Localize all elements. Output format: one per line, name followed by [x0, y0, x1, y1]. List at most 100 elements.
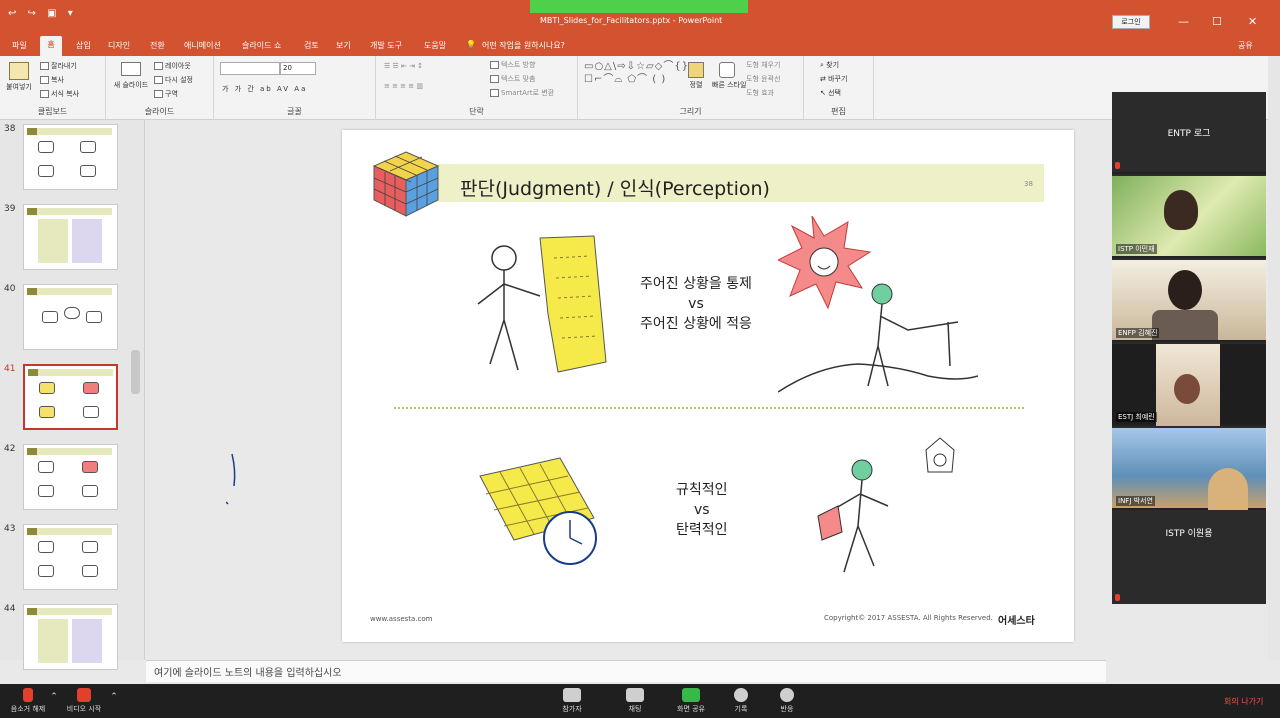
- shapes-gallery[interactable]: ▭○△\⇨⇩☆▱◇⌒{}☐⌐⌒⌓ ⬠⌒ ( ): [584, 60, 688, 86]
- layout-button[interactable]: 레이아웃: [154, 61, 191, 71]
- thumb-drawing: [80, 165, 96, 177]
- participant-tile[interactable]: ENTP 로그: [1112, 92, 1266, 174]
- record-button[interactable]: 기록: [726, 684, 756, 714]
- copy-icon: [40, 76, 49, 84]
- new-slide-label: 새 슬라이드: [113, 81, 149, 89]
- arrange-button[interactable]: 정렬: [684, 62, 708, 90]
- thumb-drawing: [82, 461, 98, 473]
- audio-options-chevron[interactable]: ⌃: [48, 692, 60, 702]
- new-slide-button[interactable]: 새 슬라이드: [112, 62, 150, 90]
- thumb-drawing: [82, 541, 98, 553]
- font-size-combo[interactable]: 20: [280, 62, 316, 75]
- footer-brand-logo: 어세스타: [998, 616, 1035, 627]
- tab-file[interactable]: 파일: [12, 40, 27, 51]
- participant-tile[interactable]: ISTP 이원용: [1112, 512, 1266, 604]
- reset-button[interactable]: 다시 설정: [154, 75, 193, 85]
- text-direction-button[interactable]: 텍스트 방향: [490, 60, 535, 70]
- replace-label: 바꾸기: [828, 75, 848, 83]
- participants-button[interactable]: 참가자: [556, 684, 588, 714]
- maximize-icon[interactable]: ☐: [1212, 15, 1222, 28]
- shape-fill-button[interactable]: 도형 채우기: [746, 60, 780, 70]
- slide-number: 39: [4, 204, 16, 214]
- slide-notes-field[interactable]: 여기에 슬라이드 노트의 내용을 입력하십시오: [146, 660, 1106, 682]
- title-bar: ↩ ↪ ▣ ▾ MBTI_Slides_for_Facilitators.ppt…: [0, 0, 1280, 34]
- video-options-chevron[interactable]: ⌃: [108, 692, 120, 702]
- list-buttons[interactable]: ☰ ☰ ⇤ ⇥ ↕: [384, 62, 423, 70]
- slide-thumbnail-42[interactable]: [23, 444, 118, 510]
- tab-insert[interactable]: 삽입: [76, 40, 91, 51]
- font-name-combo[interactable]: [220, 62, 280, 75]
- thumb-title-bar: [27, 128, 112, 135]
- start-video-button[interactable]: 비디오 시작: [64, 684, 104, 714]
- share-screen-button[interactable]: 화면 공유: [674, 684, 708, 714]
- tab-help[interactable]: 도움말: [424, 40, 446, 51]
- select-button[interactable]: ↖ 선택: [820, 88, 841, 98]
- participants-icon: [563, 688, 581, 702]
- thumbnails-scrollbar[interactable]: [131, 350, 140, 394]
- unmute-label: 음소거 해제: [10, 705, 46, 713]
- align-text-button[interactable]: 텍스트 맞춤: [490, 74, 535, 84]
- unmute-button[interactable]: 음소거 해제: [8, 684, 48, 714]
- zoom-share-indicator[interactable]: [530, 0, 748, 13]
- replace-icon: ⇄: [820, 75, 829, 83]
- quick-access-toolbar[interactable]: ↩ ↪ ▣ ▾: [8, 8, 77, 19]
- figure-reading-plan-illustration: [477, 235, 607, 373]
- slide-thumbnail-38[interactable]: [23, 124, 118, 190]
- participant-tile[interactable]: ISTP 이민재: [1112, 176, 1266, 258]
- participant-name: INFJ 박서연: [1116, 496, 1155, 506]
- sign-in-box[interactable]: 로그인: [1112, 15, 1150, 29]
- tab-animations[interactable]: 애니메이션: [184, 40, 221, 51]
- shape-outline-button[interactable]: 도형 윤곽선: [746, 74, 780, 84]
- copy-button[interactable]: 복사: [40, 75, 64, 85]
- tell-me-search[interactable]: 어떤 작업을 원하시나요?: [482, 40, 565, 51]
- find-button[interactable]: ⌕ 찾기: [820, 60, 839, 70]
- shape-effects-button[interactable]: 도형 효과: [746, 88, 774, 98]
- slide-thumbnail-43[interactable]: [23, 524, 118, 590]
- thumb-drawing: [82, 485, 98, 497]
- align-buttons[interactable]: ≡ ≡ ≡ ≡ ▥: [384, 82, 423, 90]
- reactions-button[interactable]: 반응: [772, 684, 802, 714]
- chat-button[interactable]: 채팅: [620, 684, 650, 714]
- slide-thumbnail-39[interactable]: [23, 204, 118, 270]
- font-style-buttons[interactable]: 가 가 간 ab AV Aa: [222, 84, 307, 94]
- paragraph-group: ☰ ☰ ⇤ ⇥ ↕ ≡ ≡ ≡ ≡ ▥ 텍스트 방향 텍스트 맞춤 SmartA…: [376, 56, 578, 120]
- participant-name: ESTJ 최예린: [1116, 412, 1157, 422]
- slide-thumbnails-pane[interactable]: 38 39 40 41 42 43 44: [0, 120, 145, 670]
- tab-design[interactable]: 디자인: [108, 40, 130, 51]
- minimize-icon[interactable]: —: [1178, 15, 1189, 28]
- close-icon[interactable]: ✕: [1248, 15, 1257, 28]
- replace-button[interactable]: ⇄ 바꾸기: [820, 74, 847, 84]
- section-button[interactable]: 구역: [154, 89, 178, 99]
- bottom-caption-line-1: 규칙적인: [676, 482, 728, 498]
- leave-meeting-button[interactable]: 회의 나가기: [1224, 696, 1263, 707]
- tab-home[interactable]: 홈: [40, 36, 62, 56]
- participant-tile[interactable]: ESTJ 최예린: [1112, 344, 1266, 426]
- align-text-label: 텍스트 맞춤: [501, 75, 536, 83]
- tab-view[interactable]: 보기: [336, 40, 351, 51]
- slide-thumbnail-40[interactable]: [23, 284, 118, 350]
- vertical-scrollbar[interactable]: [1268, 56, 1280, 660]
- slide-page-number: 38: [1024, 180, 1033, 188]
- thumb-table-right: [72, 619, 102, 663]
- current-slide[interactable]: 판단(Judgment) / 인식(Perception) 38 주어진 상황을…: [342, 130, 1074, 642]
- quick-styles-button[interactable]: 빠른 스타일: [712, 62, 746, 90]
- tab-transitions[interactable]: 전환: [150, 40, 165, 51]
- running-figure-illustration: [817, 437, 955, 573]
- drawing-group-label: 그리기: [679, 107, 702, 116]
- tab-slideshow[interactable]: 슬라이드 쇼: [242, 40, 281, 51]
- share-button[interactable]: 공유: [1238, 40, 1253, 51]
- tab-review[interactable]: 검토: [304, 40, 319, 51]
- top-caption-line-2: vs: [688, 296, 704, 312]
- smartart-button[interactable]: SmartArt로 변환: [490, 88, 554, 98]
- participant-tile[interactable]: INFJ 박서연: [1112, 428, 1266, 510]
- slide-thumbnail-44[interactable]: [23, 604, 118, 670]
- cut-button[interactable]: 잘라내기: [40, 61, 77, 71]
- format-painter-button[interactable]: 서식 복사: [40, 89, 79, 99]
- paste-button[interactable]: 붙여넣기: [6, 62, 32, 92]
- select-label: 선택: [828, 89, 841, 97]
- slide-thumbnail-41[interactable]: [23, 364, 118, 430]
- video-gallery[interactable]: ENTP 로그 ISTP 이민재 ENFP 김혜진 ESTJ 최예린 INFJ …: [1112, 92, 1266, 604]
- reset-icon: [154, 76, 163, 84]
- participant-tile[interactable]: ENFP 김혜진: [1112, 260, 1266, 342]
- tab-developer[interactable]: 개발 도구: [370, 40, 402, 51]
